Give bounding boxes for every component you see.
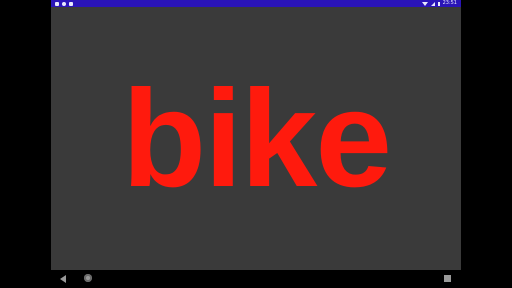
back-icon[interactable] [60, 275, 66, 283]
status-left [55, 0, 73, 7]
notification-icon [55, 1, 59, 6]
wifi-icon [421, 1, 428, 6]
navigation-bar [51, 270, 461, 288]
flashcard-word: bike [121, 61, 392, 216]
status-clock: 23:51 [442, 0, 457, 6]
status-right: 23:51 [421, 0, 457, 7]
download-icon [69, 1, 73, 6]
home-icon[interactable] [84, 274, 92, 282]
sync-icon [62, 1, 66, 6]
recents-icon[interactable] [444, 275, 451, 282]
battery-icon [437, 1, 440, 6]
device-frame: 23:51 bike [0, 0, 512, 288]
status-bar: 23:51 [51, 0, 461, 7]
signal-icon [430, 1, 435, 6]
app-screen: 23:51 bike [51, 0, 461, 270]
